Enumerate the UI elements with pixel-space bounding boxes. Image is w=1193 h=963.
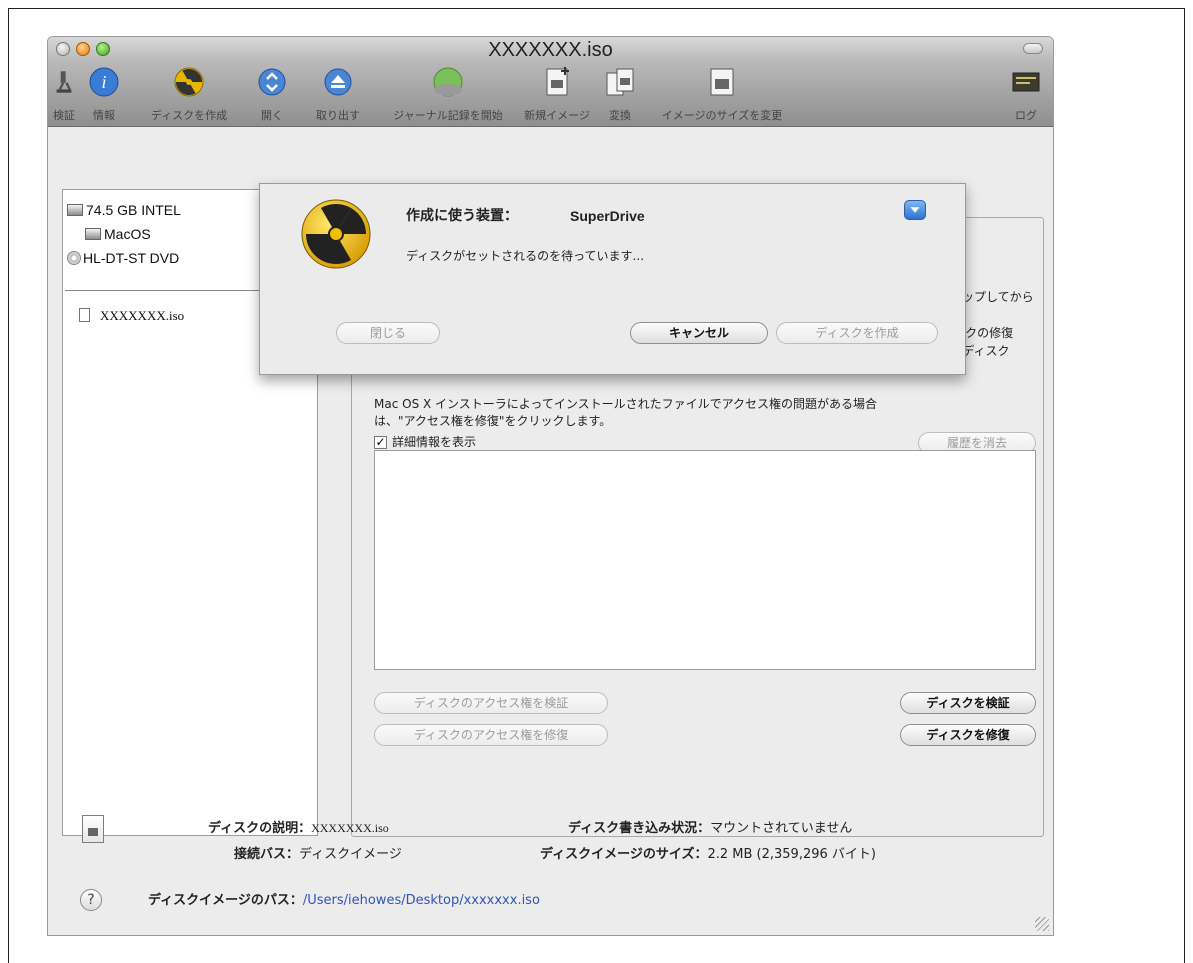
log-icon: [1012, 72, 1040, 92]
journal-icon: [433, 67, 463, 97]
burn-status-text: ディスクがセットされるのを待っています...: [406, 249, 645, 263]
image-path-row: ディスクイメージのパス：/Users/iehowes/Desktop/xxxxx…: [148, 889, 540, 908]
connection-value: ディスクイメージ: [299, 847, 402, 862]
help-button[interactable]: ?: [80, 889, 102, 911]
toolbar: 検証 i 情報 ディスクを作成 開く 取り出す ジャーナル記録を開始 新規イメー…: [48, 61, 1053, 127]
toolbar-info-label: 情報: [93, 109, 115, 122]
repair-permissions-button[interactable]: ディスクのアクセス権を修復: [374, 724, 608, 746]
toolbar-eject-label: 取り出す: [316, 109, 360, 122]
toolbar-burn-button[interactable]: ディスクを作成: [134, 65, 244, 123]
toolbar-info-button[interactable]: i 情報: [84, 65, 124, 123]
image-size-value: 2.2 MB (2,359,296 バイト): [707, 847, 876, 862]
burn-icon: [174, 67, 204, 97]
burn-icon: [301, 199, 371, 269]
chevron-down-icon: [910, 207, 920, 213]
window-title: XXXXXXX.iso: [488, 39, 613, 61]
toolbar-convert-button[interactable]: 変換: [600, 65, 640, 123]
toolbar-toggle-button[interactable]: [1023, 43, 1043, 54]
device-label: 作成に使う装置：: [406, 208, 518, 224]
cancel-button[interactable]: キャンセル: [630, 322, 768, 344]
show-details-checkbox[interactable]: ✓: [374, 436, 387, 449]
optical-drive-icon: [67, 251, 81, 265]
svg-text:i: i: [101, 72, 106, 92]
image-path-label: ディスクイメージのパス：: [148, 893, 303, 908]
write-status-value: マウントされていません: [710, 821, 853, 836]
toolbar-mount-button[interactable]: 開く: [248, 65, 296, 123]
device-select-arrow[interactable]: [904, 200, 926, 220]
permissions-help-text-2: は、"アクセス権を修復"をクリックします。: [374, 414, 612, 428]
sidebar-item-label: 74.5 GB INTEL: [86, 202, 181, 218]
write-status-row: ディスク書き込み状況：マウントされていません: [568, 817, 852, 836]
sidebar-item-label: HL-DT-ST DVD: [83, 250, 180, 266]
repair-disk-button[interactable]: ディスクを修復: [900, 724, 1036, 746]
sidebar-item-dvd-drive[interactable]: HL-DT-ST DVD: [67, 250, 179, 266]
toolbar-log-label: ログ: [1015, 109, 1037, 122]
toolbar-new-image-label: 新規イメージ: [524, 109, 590, 122]
connection-label: 接続バス：: [234, 847, 300, 862]
toolbar-eject-button[interactable]: 取り出す: [308, 65, 368, 123]
close-sheet-button[interactable]: 閉じる: [336, 322, 440, 344]
toolbar-log-button[interactable]: ログ: [1006, 65, 1046, 123]
toolbar-journal-label: ジャーナル記録を開始: [393, 109, 503, 122]
microscope-icon: [56, 71, 72, 93]
toolbar-resize-image-button[interactable]: イメージのサイズを変更: [648, 65, 796, 123]
disk-image-info-icon: [82, 815, 104, 843]
image-size-row: ディスクイメージのサイズ：2.2 MB (2,359,296 バイト): [540, 843, 876, 862]
toolbar-new-image-button[interactable]: 新規イメージ: [522, 65, 592, 123]
description-label: ディスクの説明：: [208, 821, 312, 836]
burn-disc-button[interactable]: ディスクを作成: [776, 322, 938, 344]
resize-image-icon: [710, 68, 734, 96]
volume-icon: [85, 228, 101, 240]
description-row: ディスクの説明：XXXXXXX.iso: [208, 817, 389, 836]
verify-permissions-button[interactable]: ディスクのアクセス権を検証: [374, 692, 608, 714]
verify-disk-button[interactable]: ディスクを検証: [900, 692, 1036, 714]
write-status-label: ディスク書き込み状況：: [568, 821, 711, 836]
toolbar-resize-image-label: イメージのサイズを変更: [661, 109, 783, 122]
toolbar-verify-label: 検証: [53, 109, 75, 122]
device-select[interactable]: SuperDrive: [570, 208, 645, 225]
show-details-label: 詳細情報を表示: [392, 435, 477, 449]
toolbar-mount-label: 開く: [261, 109, 283, 122]
sidebar-item-iso-image[interactable]: XXXXXXX.iso: [79, 308, 184, 324]
mount-icon: [258, 68, 286, 96]
resize-grip[interactable]: [1035, 917, 1049, 931]
hard-disk-icon: [67, 204, 83, 216]
permissions-help-text-1: Mac OS X インストーラによってインストールされたファイルでアクセス権の問…: [374, 397, 877, 411]
details-log-area[interactable]: [374, 450, 1036, 670]
toolbar-convert-label: 変換: [609, 109, 631, 122]
connection-row: 接続バス：ディスクイメージ: [234, 843, 402, 862]
eject-icon: [324, 68, 352, 96]
disk-utility-window: XXXXXXX.iso 検証 i 情報 ディスクを作成 開く 取り出す ジャーナ…: [47, 36, 1054, 936]
image-size-label: ディスクイメージのサイズ：: [540, 847, 708, 862]
toolbar-verify-button[interactable]: 検証: [50, 65, 78, 123]
info-icon: i: [89, 67, 119, 97]
sidebar-item-internal-disk[interactable]: 74.5 GB INTEL: [67, 202, 181, 218]
burn-sheet: 作成に使う装置： SuperDrive ディスクがセットされるのを待っています.…: [259, 183, 966, 375]
convert-icon: [606, 68, 634, 96]
title-bar[interactable]: XXXXXXX.iso: [48, 37, 1053, 61]
image-path-link[interactable]: /Users/iehowes/Desktop/xxxxxxx.iso: [303, 893, 540, 908]
sidebar-item-label: XXXXXXX.iso: [100, 308, 185, 323]
toolbar-burn-label: ディスクを作成: [150, 109, 228, 122]
sidebar-item-macos-volume[interactable]: MacOS: [85, 226, 151, 242]
toolbar-journal-button[interactable]: ジャーナル記録を開始: [380, 65, 516, 123]
disk-image-icon: [79, 308, 90, 322]
description-value: XXXXXXX.iso: [311, 821, 389, 835]
new-image-icon: [546, 67, 569, 96]
sidebar-item-label: MacOS: [104, 226, 151, 242]
